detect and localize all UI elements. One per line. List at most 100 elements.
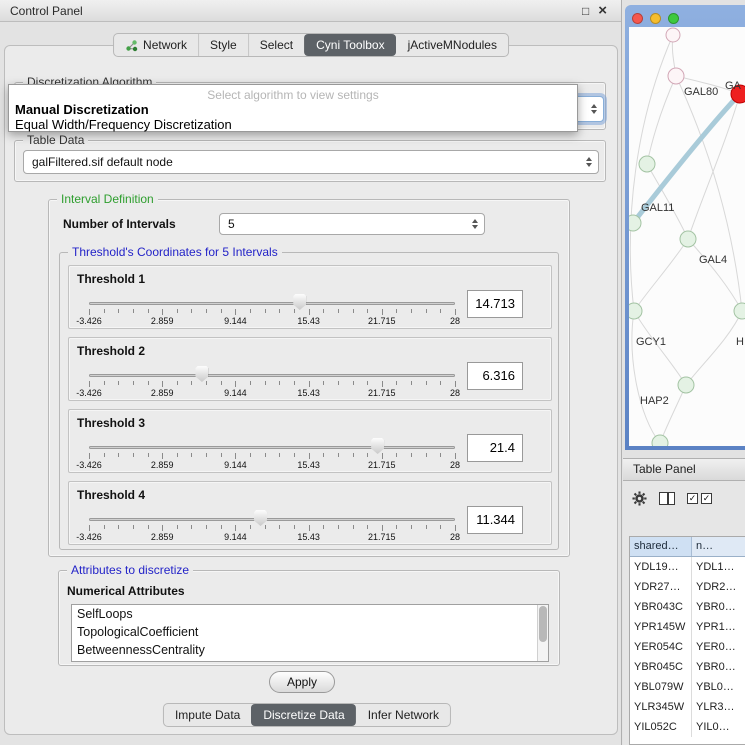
tab-style[interactable]: Style (198, 34, 248, 56)
table-row[interactable]: YLR345WYLR3… (630, 697, 745, 717)
algorithm-dropdown-placeholder: Select algorithm to view settings (9, 85, 577, 102)
table-cell[interactable]: YBL079W (630, 677, 692, 697)
slider-thumb[interactable] (293, 294, 306, 310)
combo-stepper-icon[interactable] (587, 100, 600, 118)
settings-gear-icon[interactable] (632, 491, 647, 506)
network-node[interactable] (666, 28, 680, 42)
combo-stepper-icon[interactable] (468, 215, 481, 233)
zoom-traffic-light-icon[interactable] (668, 13, 679, 24)
slider-track[interactable] (89, 374, 455, 377)
close-traffic-light-icon[interactable] (632, 13, 643, 24)
algorithm-option-manual[interactable]: Manual Discretization (9, 102, 577, 117)
table-row[interactable]: YBL079WYBL0… (630, 677, 745, 697)
table-cell[interactable]: YBR043C (630, 597, 692, 617)
network-node[interactable] (639, 156, 655, 172)
slider-tick-label: 9.144 (224, 316, 247, 326)
table-cell[interactable]: YDR2… (692, 577, 745, 597)
table-header-row: shared… n… (630, 537, 745, 557)
algorithm-option-equal-width[interactable]: Equal Width/Frequency Discretization (9, 117, 577, 132)
slider-thumb[interactable] (371, 438, 384, 454)
tab-cyni-toolbox[interactable]: Cyni Toolbox (304, 34, 395, 56)
slider-track[interactable] (89, 302, 455, 305)
table-cell[interactable]: YPR145W (630, 617, 692, 637)
network-edge[interactable] (688, 239, 742, 311)
table-data-combo[interactable]: galFiltered.sif default node (23, 150, 599, 174)
table-cell[interactable]: YIL0… (692, 717, 745, 737)
threshold-value-field[interactable]: 6.316 (467, 362, 523, 390)
threshold-value-field[interactable]: 14.713 (467, 290, 523, 318)
tab-network[interactable]: Network (114, 34, 198, 56)
table-cell[interactable]: YDR27… (630, 577, 692, 597)
scrollbar[interactable] (537, 605, 548, 661)
slider-tick (396, 381, 397, 385)
network-node[interactable] (629, 303, 642, 319)
threshold-slider[interactable]: -3.4262.8599.14415.4321.71528 (89, 294, 455, 328)
tab-jactivemnodules[interactable]: jActiveMNodules (396, 34, 508, 56)
table-cell[interactable]: YDL1… (692, 557, 745, 577)
network-node[interactable] (668, 68, 684, 84)
table-row[interactable]: YDL19…YDL1… (630, 557, 745, 577)
checkbox-icon[interactable] (701, 493, 712, 504)
table-cell[interactable]: YER054C (630, 637, 692, 657)
network-edge[interactable] (634, 239, 688, 311)
column-header-name[interactable]: n… (692, 537, 745, 556)
tab-impute-data[interactable]: Impute Data (164, 704, 251, 726)
network-edge[interactable] (632, 311, 660, 443)
threshold-value-field[interactable]: 11.344 (467, 506, 523, 534)
table-cell[interactable]: YBR0… (692, 657, 745, 677)
table-row[interactable]: YIL052CYIL0… (630, 717, 745, 737)
column-selector-icon[interactable] (659, 492, 675, 505)
float-window-icon[interactable]: □ (582, 2, 589, 20)
column-header-shared-name[interactable]: shared… (630, 537, 692, 556)
slider-track[interactable] (89, 446, 455, 449)
table-cell[interactable]: YDL19… (630, 557, 692, 577)
attribute-list-item[interactable]: BetweennessCentrality (72, 641, 548, 659)
apply-button[interactable]: Apply (269, 671, 335, 693)
network-edge[interactable] (686, 311, 742, 385)
table-row[interactable]: YBR043CYBR0… (630, 597, 745, 617)
network-node[interactable] (652, 435, 668, 446)
table-cell[interactable]: YBR045C (630, 657, 692, 677)
network-node[interactable] (734, 303, 745, 319)
table-cell[interactable]: YLR3… (692, 697, 745, 717)
close-window-icon[interactable]: × (598, 2, 607, 20)
slider-tick-label: 28 (450, 316, 460, 326)
combo-stepper-icon[interactable] (582, 153, 595, 171)
attribute-list-item[interactable]: SelfLoops (72, 605, 548, 623)
tab-infer-network[interactable]: Infer Network (356, 704, 450, 726)
threshold-slider[interactable]: -3.4262.8599.14415.4321.71528 (89, 510, 455, 544)
network-edge[interactable] (647, 76, 676, 164)
table-row[interactable]: YBR045CYBR0… (630, 657, 745, 677)
threshold-slider[interactable]: -3.4262.8599.14415.4321.71528 (89, 438, 455, 472)
slider-track[interactable] (89, 518, 455, 521)
number-of-intervals-combo[interactable]: 5 (219, 213, 485, 235)
network-node[interactable] (680, 231, 696, 247)
network-edge[interactable] (676, 76, 742, 311)
table-cell[interactable]: YBL0… (692, 677, 745, 697)
network-edge[interactable] (688, 94, 740, 239)
network-node[interactable] (629, 215, 641, 231)
checkbox-icon[interactable] (687, 493, 698, 504)
network-canvas[interactable]: GAL80GAGAL11GAL4GCY1HHAP2 (629, 27, 745, 446)
slider-thumb[interactable] (195, 366, 208, 382)
table-row[interactable]: YER054CYER0… (630, 637, 745, 657)
table-row[interactable]: YPR145WYPR1… (630, 617, 745, 637)
table-cell[interactable]: YPR1… (692, 617, 745, 637)
network-node[interactable] (678, 377, 694, 393)
minimize-traffic-light-icon[interactable] (650, 13, 661, 24)
threshold-value-field[interactable]: 21.4 (467, 434, 523, 462)
table-row[interactable]: YDR27…YDR2… (630, 577, 745, 597)
threshold-slider[interactable]: -3.4262.8599.14415.4321.71528 (89, 366, 455, 400)
table-cell[interactable]: YER0… (692, 637, 745, 657)
network-edge[interactable] (660, 385, 686, 443)
slider-tick (162, 381, 163, 387)
table-cell[interactable]: YIL052C (630, 717, 692, 737)
tab-discretize-data[interactable]: Discretize Data (251, 704, 355, 726)
table-cell[interactable]: YLR345W (630, 697, 692, 717)
slider-thumb[interactable] (254, 510, 267, 526)
network-edge[interactable] (634, 311, 686, 385)
tab-select[interactable]: Select (248, 34, 304, 56)
table-cell[interactable]: YBR0… (692, 597, 745, 617)
scrollbar-thumb[interactable] (539, 606, 547, 642)
attribute-list-item[interactable]: TopologicalCoefficient (72, 623, 548, 641)
